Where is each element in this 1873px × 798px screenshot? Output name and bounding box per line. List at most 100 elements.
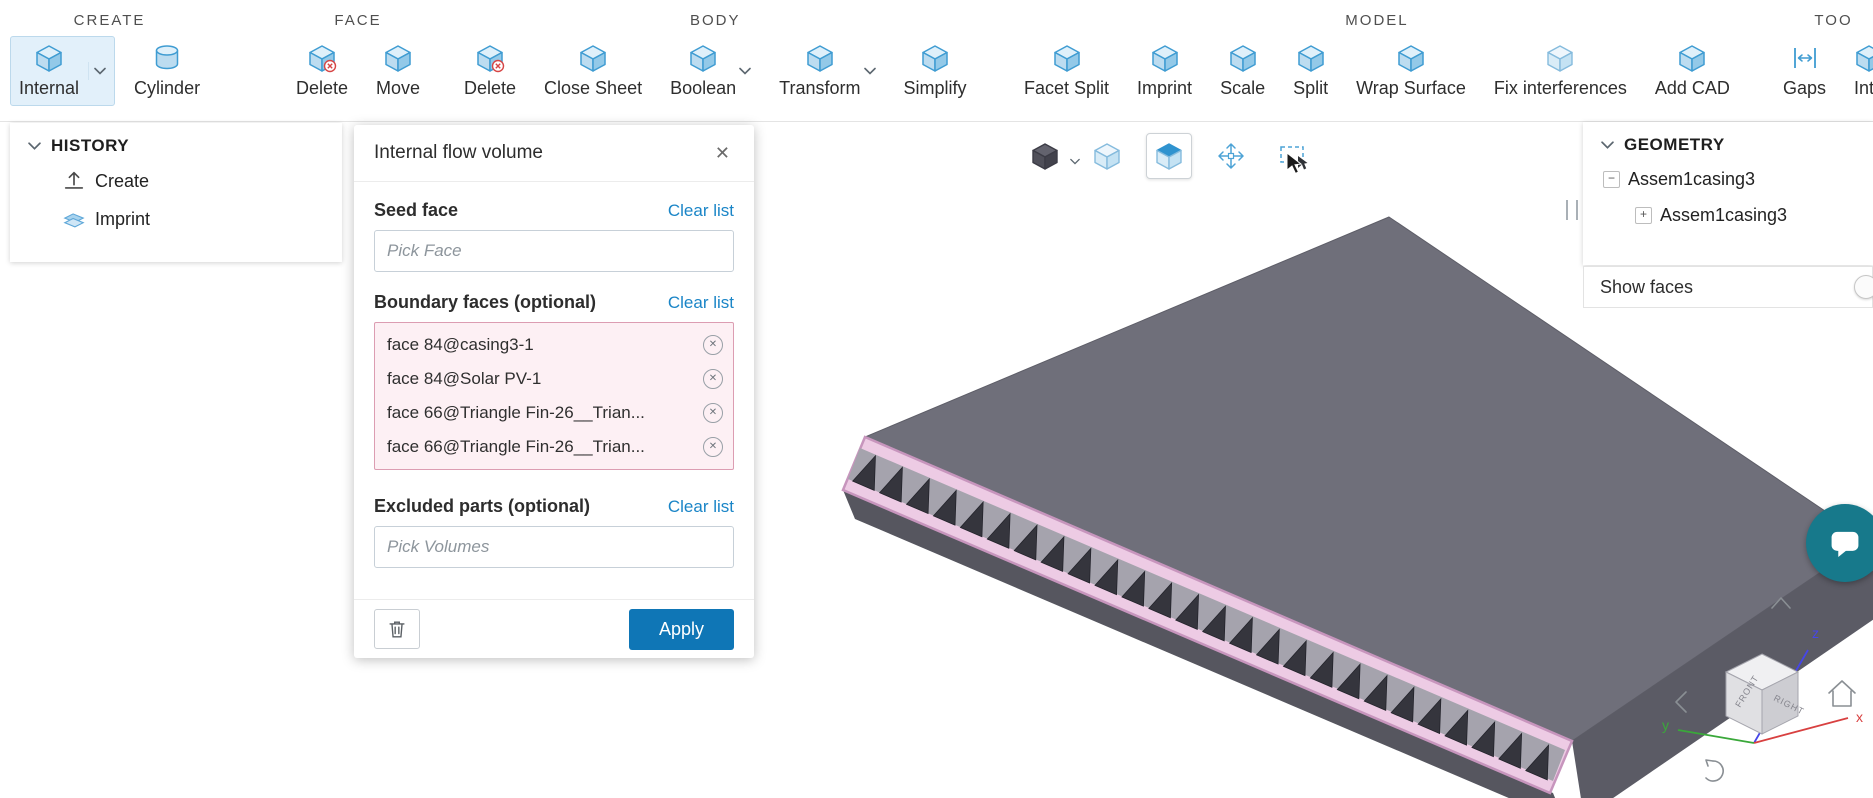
delete-face-button[interactable]: Delete — [287, 36, 357, 106]
chevron-down-icon[interactable] — [739, 62, 751, 80]
cylinder-icon — [152, 43, 182, 73]
move-face-button[interactable]: Move — [367, 36, 429, 106]
apply-button[interactable]: Apply — [628, 608, 734, 650]
boundary-face-item: face 66@Triangle Fin-26__Trian... ✕ — [375, 396, 733, 430]
y-axis — [1677, 729, 1755, 744]
panel-resize-handle[interactable] — [1566, 200, 1578, 220]
transform-icon — [805, 43, 835, 73]
chevron-down-icon[interactable] — [28, 137, 41, 155]
upload-icon — [62, 169, 86, 193]
group-label-face: FACE — [334, 12, 382, 29]
face-select-cube-icon — [1154, 141, 1184, 171]
gaps-icon — [1790, 43, 1820, 73]
fix-interferences-icon — [1545, 43, 1575, 73]
delete-body-button[interactable]: Delete — [455, 36, 525, 106]
show-faces-row: Show faces — [1583, 266, 1873, 308]
wrap-surface-icon — [1396, 43, 1426, 73]
shaded-view-button[interactable] — [1022, 133, 1068, 179]
remove-face-button[interactable]: ✕ — [703, 369, 723, 389]
show-faces-toggle[interactable] — [1854, 275, 1873, 299]
remove-face-button[interactable]: ✕ — [703, 335, 723, 355]
delete-face-icon — [307, 43, 337, 73]
expand-expander[interactable]: + — [1635, 206, 1652, 224]
tree-item-assembly[interactable]: − Assem1casing3 — [1583, 161, 1873, 197]
clear-excluded-list-link[interactable]: Clear list — [668, 497, 734, 517]
scale-button[interactable]: Scale — [1211, 36, 1274, 106]
move-tool-button[interactable] — [1208, 133, 1254, 179]
chevron-down-icon[interactable] — [864, 62, 876, 80]
chevron-down-icon[interactable] — [1601, 136, 1614, 154]
wrap-surface-button[interactable]: Wrap Surface — [1347, 36, 1475, 106]
add-cad-button[interactable]: Add CAD — [1646, 36, 1739, 106]
history-item-imprint[interactable]: Imprint — [10, 200, 342, 238]
navigation-gizmo: FRONT RIGHT z x y — [1662, 597, 1863, 782]
show-faces-label: Show faces — [1600, 276, 1694, 297]
imprint-icon — [1150, 43, 1180, 73]
close-sheet-icon — [578, 43, 608, 73]
clear-boundary-list-link[interactable]: Clear list — [668, 293, 734, 313]
boundary-face-item: face 84@Solar PV-1 ✕ — [375, 362, 733, 396]
close-sheet-button[interactable]: Close Sheet — [535, 36, 651, 106]
seed-face-label: Seed face — [374, 200, 459, 220]
facet-split-icon — [1052, 43, 1082, 73]
geometry-title: GEOMETRY — [1624, 135, 1725, 154]
pan-up-icon[interactable] — [1771, 597, 1791, 609]
boolean-button[interactable]: Boolean — [661, 36, 760, 106]
delete-body-icon — [475, 43, 505, 73]
shaded-cube-icon — [1030, 141, 1060, 171]
split-button[interactable]: Split — [1284, 36, 1337, 106]
simplify-button[interactable]: Simplify — [895, 36, 976, 106]
group-label-model: MODEL — [1345, 12, 1409, 29]
facet-split-button[interactable]: Facet Split — [1015, 36, 1118, 106]
tree-item-assembly-child[interactable]: + Assem1casing3 — [1583, 197, 1873, 233]
toolbar-group-create: CREATE Internal Cylinder — [10, 12, 209, 106]
scale-icon — [1228, 43, 1258, 73]
gaps-button[interactable]: Gaps — [1774, 36, 1835, 106]
chat-icon — [1826, 524, 1864, 562]
y-axis-label: y — [1662, 717, 1669, 733]
transparent-view-button[interactable] — [1084, 133, 1130, 179]
home-view-button[interactable] — [1828, 680, 1856, 707]
split-icon — [1296, 43, 1326, 73]
history-item-create[interactable]: Create — [10, 162, 342, 200]
pick-volumes-input[interactable] — [374, 526, 734, 568]
interference-button[interactable]: Inte — [1845, 36, 1873, 106]
trash-icon — [386, 618, 408, 640]
imprint-button[interactable]: Imprint — [1128, 36, 1201, 106]
delete-operation-button[interactable] — [374, 609, 420, 649]
fix-interferences-button[interactable]: Fix interferences — [1485, 36, 1636, 106]
toolbar-group-body: BODY Delete Close Sheet Boolean Transfor… — [455, 12, 976, 106]
boundary-faces-list: face 84@casing3-1 ✕ face 84@Solar PV-1 ✕… — [374, 322, 734, 470]
imprint-step-icon — [62, 207, 86, 231]
face-select-button[interactable] — [1146, 133, 1192, 179]
transform-button[interactable]: Transform — [770, 36, 884, 106]
orientation-cube[interactable]: FRONT RIGHT — [1724, 653, 1806, 735]
main-toolbar: CREATE Internal Cylinder FACE Delete Mov… — [0, 0, 1873, 122]
pan-left-icon[interactable] — [1675, 691, 1687, 713]
move-tool-icon — [1216, 141, 1246, 171]
group-label-tools: TOO — [1814, 12, 1853, 29]
pick-face-input[interactable] — [374, 230, 734, 272]
chevron-down-icon[interactable] — [88, 62, 106, 80]
remove-face-button[interactable]: ✕ — [703, 403, 723, 423]
transparent-cube-icon — [1092, 141, 1122, 171]
geometry-panel: GEOMETRY − Assem1casing3 + Assem1casing3 — [1583, 122, 1873, 265]
internal-button[interactable]: Internal — [10, 36, 116, 106]
close-icon[interactable]: ✕ — [711, 139, 734, 168]
boundary-face-item: face 66@Triangle Fin-26__Trian... ✕ — [375, 430, 733, 464]
group-label-create: CREATE — [73, 12, 146, 29]
clear-seed-list-link[interactable]: Clear list — [668, 201, 734, 221]
rotate-view-button[interactable] — [1705, 759, 1724, 782]
box-select-button[interactable] — [1270, 133, 1316, 179]
cylinder-button[interactable]: Cylinder — [125, 36, 209, 106]
toolbar-group-model: MODEL Facet Split Imprint Scale Split Wr… — [1015, 12, 1739, 106]
remove-face-button[interactable]: ✕ — [703, 437, 723, 457]
view-toolbar — [1022, 133, 1316, 179]
z-axis-label: z — [1812, 625, 1819, 641]
chevron-down-icon[interactable] — [1070, 152, 1080, 170]
history-panel: HISTORY Create Imprint — [10, 123, 342, 262]
interference-icon — [1854, 43, 1873, 73]
internal-cube-icon — [34, 43, 64, 73]
toolbar-group-face: FACE Delete Move — [287, 12, 429, 106]
collapse-expander[interactable]: − — [1603, 170, 1620, 188]
